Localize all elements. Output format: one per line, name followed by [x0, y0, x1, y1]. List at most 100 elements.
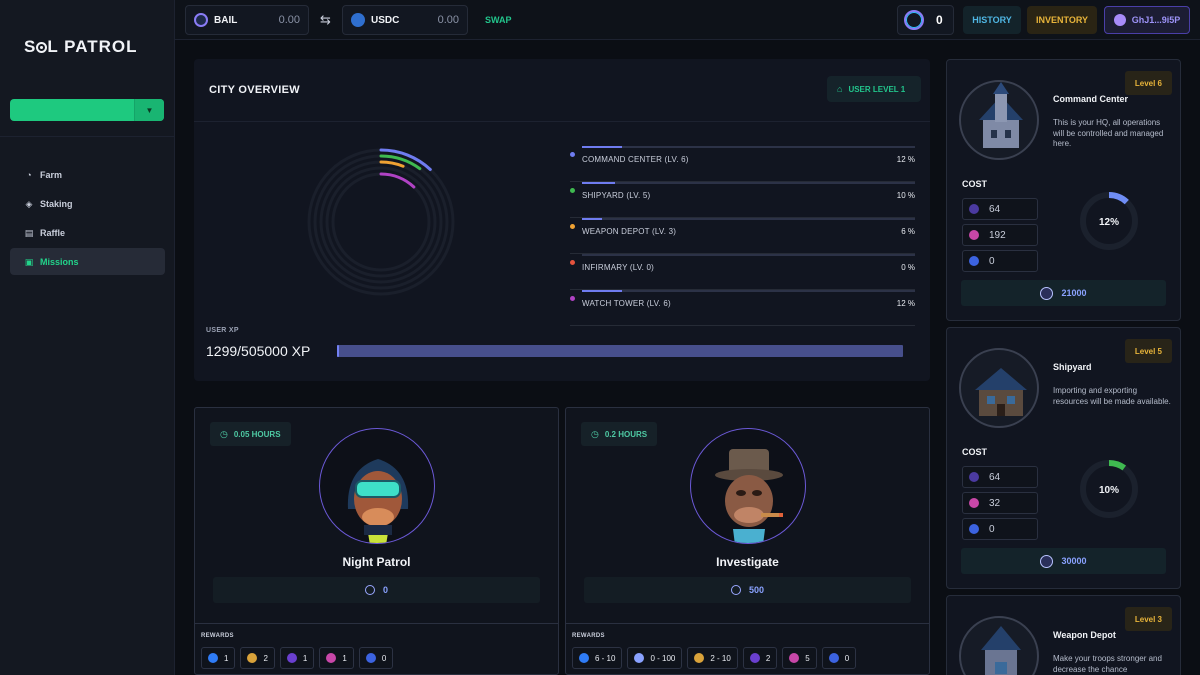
coin-icon [364, 585, 375, 595]
building-progress-row: WATCH TOWER (LV. 6) 12 % [570, 290, 915, 326]
reward-value: 1 [302, 653, 308, 663]
blue-shard-icon [969, 256, 979, 266]
mission-duration-badge: ◷ 0.2 HOURS [581, 422, 658, 446]
upgrade-button[interactable]: 21000 [961, 280, 1166, 306]
radial-track [331, 172, 431, 272]
mission-title: Night Patrol [342, 555, 411, 569]
reward-item: 1 [279, 647, 315, 669]
building-level-badge: Level 3 [1124, 607, 1172, 631]
reward-item: 1 [319, 647, 354, 669]
purple-orb-icon [969, 204, 979, 214]
usdc-coin-icon [351, 13, 365, 27]
app-logo[interactable]: S L PATROL [24, 37, 138, 57]
status-dot-icon [570, 260, 575, 265]
cost-item: 0 [962, 518, 1038, 540]
upgrade-cost: 21000 [1061, 288, 1087, 298]
coin-icon [634, 653, 645, 663]
building-progress-row: SHIPYARD (LV. 5) 10 % [570, 182, 915, 218]
connect-wallet-button[interactable]: ▼ [10, 99, 164, 121]
mission-cost: 0 [382, 585, 388, 595]
history-button[interactable]: HISTORY [963, 6, 1021, 34]
purple-orb-icon [286, 653, 297, 663]
building-row-percent: 12 % [896, 155, 915, 164]
swap-arrows-icon[interactable]: ⇆ [320, 12, 331, 28]
user-xp-label: USER XP [206, 327, 239, 334]
radial-track [319, 160, 443, 284]
sidebar-item-raffle[interactable]: ▤ Raffle [10, 219, 165, 246]
cost-item: 192 [962, 224, 1038, 246]
reward-value: 0 [844, 653, 850, 663]
staking-icon: ◈ [25, 198, 33, 209]
coin-icon [730, 585, 741, 595]
account-button[interactable]: GhJ1...9i5P [1104, 6, 1190, 34]
purple-orb-icon [749, 653, 760, 663]
status-dot-icon [570, 152, 575, 157]
wallet-dropdown-toggle[interactable]: ▼ [134, 99, 164, 121]
inventory-button[interactable]: INVENTORY [1027, 6, 1097, 34]
building-image [959, 348, 1039, 428]
radial-arc [379, 160, 405, 168]
mission-divider [566, 623, 929, 624]
mission-card-night-patrol[interactable]: ◷ 0.05 HOURS Night Patrol 0 REWARDS 1211… [194, 407, 559, 675]
user-xp-value: 1299/505000 XP [206, 343, 311, 359]
cost-value: 32 [989, 497, 1001, 509]
mission-start-button[interactable]: 0 [213, 577, 540, 603]
mission-start-button[interactable]: 500 [584, 577, 911, 603]
status-dot-icon [570, 188, 575, 193]
ring-progress-arc [1108, 192, 1129, 205]
xp-icon [579, 653, 589, 663]
panel-title: CITY OVERVIEW [209, 84, 300, 96]
progress-fill [582, 218, 602, 220]
panel-divider [194, 121, 930, 122]
from-token-amount[interactable]: 0.00 [279, 14, 300, 26]
pink-gem-icon [969, 230, 979, 240]
building-level-badge: Level 5 [1124, 339, 1172, 363]
reward-value: 6 - 10 [595, 653, 616, 663]
mission-duration: 0.2 HOURS [604, 429, 648, 439]
from-token-field[interactable]: BAIL 0.00 [185, 5, 309, 35]
reward-item: 6 - 10 [572, 647, 623, 669]
building-row-percent: 10 % [896, 191, 915, 200]
building-card-command-center: Level 6 Command Center This is your HQ, … [946, 59, 1181, 321]
upgrade-button[interactable]: 30000 [961, 548, 1166, 574]
account-avatar-icon [1113, 14, 1126, 26]
building-description: Importing and exporting resources will b… [1053, 386, 1171, 406]
account-address: GhJ1...9i5P [1131, 15, 1181, 25]
shipyard-building-icon [975, 368, 1027, 416]
sidebar-item-staking[interactable]: ◈ Staking [10, 190, 165, 217]
sidebar-item-label: Farm [40, 169, 63, 180]
sidebar-item-farm[interactable]: ◔ Farm [10, 161, 165, 188]
reward-item: 0 [821, 647, 857, 669]
xp-icon [208, 653, 218, 663]
mission-card-investigate[interactable]: ◷ 0.2 HOURS Investigate 500 REWARDS 6 - … [565, 407, 930, 675]
level-icon: ⌂ [837, 84, 843, 94]
coin-icon [1040, 554, 1054, 568]
reward-item: 0 [358, 647, 394, 669]
progress-fill [582, 146, 622, 148]
sidebar-divider [0, 136, 175, 137]
ape-helmet-icon [347, 459, 409, 543]
to-token-amount[interactable]: 0.00 [438, 14, 459, 26]
clock-icon: ◷ [591, 428, 599, 439]
user-level-badge: ⌂ USER LEVEL 1 [827, 76, 921, 102]
wallet-button-main[interactable] [10, 99, 134, 121]
logo-s: S [24, 37, 37, 56]
from-token-name: BAIL [214, 14, 238, 26]
cost-list: 64 192 0 [962, 198, 1038, 276]
to-token-field[interactable]: USDC 0.00 [342, 5, 468, 35]
sidebar-item-missions[interactable]: ▣ Missions [10, 248, 165, 275]
notification-counter[interactable]: 0 [897, 5, 954, 35]
city-overview-panel: CITY OVERVIEW ⌂ USER LEVEL 1 COMMAND CEN… [194, 59, 930, 381]
ring-percent: 10% [1099, 485, 1119, 496]
reward-item: 5 [782, 647, 817, 669]
pink-gem-icon [789, 653, 800, 663]
progress-track [582, 218, 915, 220]
cost-item: 0 [962, 250, 1038, 272]
sidebar-item-label: Staking [40, 198, 73, 209]
rewards-label: REWARDS [201, 633, 234, 639]
sidebar-nav: ◔ Farm ◈ Staking ▤ Raffle ▣ Missions [10, 161, 165, 277]
swap-button[interactable]: SWAP [485, 15, 512, 25]
upgrade-cost: 30000 [1061, 556, 1087, 566]
building-row-name: WEAPON DEPOT (LV. 3) [582, 227, 677, 236]
building-card-weapon-depot: Level 3 Weapon Depot Make your troops st… [946, 595, 1181, 675]
